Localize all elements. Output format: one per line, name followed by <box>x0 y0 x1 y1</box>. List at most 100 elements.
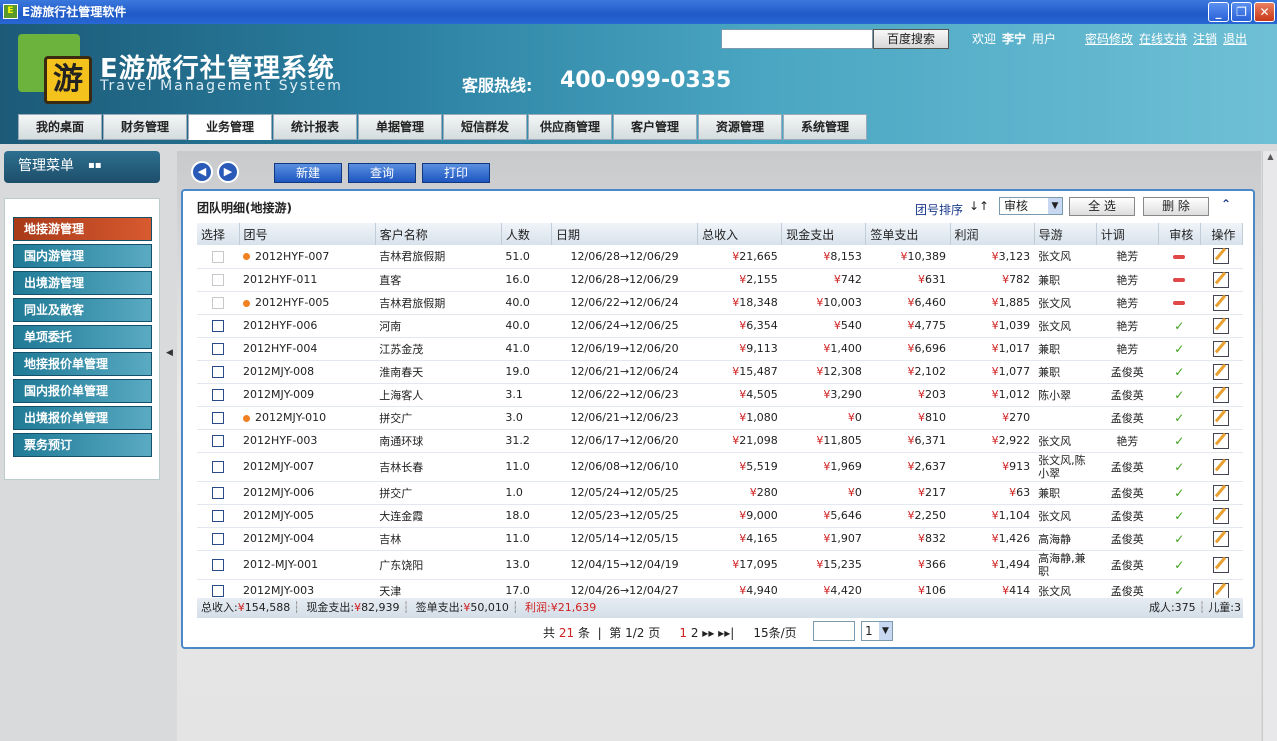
row-checkbox[interactable] <box>212 389 225 401</box>
sidebar-item[interactable]: 单项委托 <box>13 325 152 349</box>
sidebar-item[interactable]: 地接游管理 <box>13 217 152 241</box>
row-checkbox[interactable] <box>212 435 225 447</box>
nav-tab[interactable]: 客户管理 <box>613 114 697 140</box>
search-button[interactable]: 百度搜索 <box>873 29 949 49</box>
yen-sign: ¥ <box>991 558 999 571</box>
edit-icon[interactable] <box>1213 271 1230 288</box>
exit-link[interactable]: 退出 <box>1223 32 1247 46</box>
sidebar-item[interactable]: 出境报价单管理 <box>13 406 152 430</box>
edit-icon[interactable] <box>1213 530 1230 547</box>
edit-icon[interactable] <box>1213 363 1230 380</box>
team-id[interactable]: 2012MJY-006 <box>243 486 314 499</box>
collapse-panel-icon[interactable]: ⌃ <box>1221 197 1231 211</box>
edit-icon[interactable] <box>1213 507 1230 524</box>
edit-icon[interactable] <box>1213 556 1230 573</box>
team-id[interactable]: 2012HYF-005 <box>255 296 329 309</box>
next-page-icon[interactable]: ▸▸ <box>702 626 714 640</box>
row-checkbox[interactable] <box>212 274 225 286</box>
logout-link[interactable]: 注销 <box>1193 32 1217 46</box>
sidebar-item[interactable]: 地接报价单管理 <box>13 352 152 376</box>
goto-page-input[interactable] <box>813 621 855 641</box>
collapse-sidebar-icon[interactable]: ◀ <box>166 348 173 358</box>
table-row: 2012MJY-009 上海客人 3.1 12/06/22→12/06/23 ¥4,50… <box>197 383 1243 407</box>
nav-tab[interactable]: 业务管理 <box>188 114 272 140</box>
row-checkbox[interactable] <box>212 533 225 545</box>
new-button[interactable]: 新建 <box>274 163 342 183</box>
edit-icon[interactable] <box>1213 386 1230 403</box>
row-checkbox[interactable] <box>212 250 225 263</box>
sidebar-item[interactable]: 出境游管理 <box>13 271 152 295</box>
sort-arrows-icon[interactable]: ↓↑ <box>969 199 989 213</box>
team-id[interactable]: 2012-MJY-001 <box>243 558 318 571</box>
sidebar-item[interactable]: 票务预订 <box>13 433 152 457</box>
nav-tab[interactable]: 系统管理 <box>783 114 867 140</box>
select-all-button[interactable]: 全 选 <box>1069 197 1135 216</box>
nav-tab[interactable]: 资源管理 <box>698 114 782 140</box>
team-id[interactable]: 2012HYF-003 <box>243 434 317 447</box>
forward-button[interactable]: ▶ <box>217 161 239 183</box>
online-support-link[interactable]: 在线支持 <box>1139 32 1187 46</box>
team-id[interactable]: 2012MJY-008 <box>243 365 314 378</box>
team-id[interactable]: 2012MJY-007 <box>243 460 314 473</box>
close-button[interactable]: ✕ <box>1254 2 1275 22</box>
nav-tab[interactable]: 供应商管理 <box>528 114 612 140</box>
team-id[interactable]: 2012HYF-011 <box>243 273 317 286</box>
people-count: 41.0 <box>501 337 552 361</box>
edit-icon[interactable] <box>1213 294 1230 311</box>
row-checkbox[interactable] <box>212 343 225 355</box>
edit-icon[interactable] <box>1213 484 1230 501</box>
page-link-1[interactable]: 1 <box>679 626 687 640</box>
date-range: 12/04/15→12/04/19 <box>551 550 698 580</box>
edit-icon[interactable] <box>1213 582 1230 599</box>
team-id[interactable]: 2012HYF-006 <box>243 319 317 332</box>
maximize-button[interactable]: ❐ <box>1231 2 1252 22</box>
row-checkbox[interactable] <box>212 366 225 378</box>
sidebar-item[interactable]: 国内游管理 <box>13 244 152 268</box>
team-id[interactable]: 2012MJY-004 <box>243 532 314 545</box>
print-button[interactable]: 打印 <box>422 163 490 183</box>
edit-icon[interactable] <box>1213 409 1230 426</box>
row-checkbox[interactable] <box>212 487 225 499</box>
change-password-link[interactable]: 密码修改 <box>1085 32 1133 46</box>
sort-label[interactable]: 团号排序 <box>915 201 963 218</box>
edit-icon[interactable] <box>1213 317 1230 334</box>
row-checkbox[interactable] <box>212 297 225 309</box>
nav-tab[interactable]: 我的桌面 <box>18 114 102 140</box>
audit-filter-select[interactable]: 审核 ▼ <box>999 197 1063 215</box>
row-checkbox[interactable] <box>212 585 225 597</box>
team-id[interactable]: 2012HYF-007 <box>255 250 329 263</box>
row-checkbox[interactable] <box>212 412 225 424</box>
edit-icon[interactable] <box>1213 458 1230 475</box>
vertical-scrollbar[interactable]: ▲ <box>1262 151 1277 741</box>
sidebar-item[interactable]: 同业及散客 <box>13 298 152 322</box>
team-id[interactable]: 2012MJY-003 <box>243 584 314 597</box>
sidebar-item[interactable]: 国内报价单管理 <box>13 379 152 403</box>
row-checkbox[interactable] <box>212 320 225 332</box>
team-id[interactable]: 2012HYF-004 <box>243 342 317 355</box>
team-id[interactable]: 2012MJY-005 <box>243 509 314 522</box>
audit-cell: ✓ <box>1158 550 1201 580</box>
row-checkbox[interactable] <box>212 461 225 473</box>
goto-page-select[interactable]: 1 ▼ <box>861 621 893 641</box>
row-checkbox[interactable] <box>212 559 225 571</box>
team-id[interactable]: 2012MJY-010 <box>255 411 326 424</box>
nav-tab[interactable]: 统计报表 <box>273 114 357 140</box>
back-button[interactable]: ◀ <box>191 161 213 183</box>
edit-icon[interactable] <box>1213 248 1230 265</box>
edit-icon[interactable] <box>1213 432 1230 449</box>
row-checkbox[interactable] <box>212 510 225 522</box>
nav-tab[interactable]: 财务管理 <box>103 114 187 140</box>
nav-tab[interactable]: 短信群发 <box>443 114 527 140</box>
column-header: 计调 <box>1096 223 1159 245</box>
edit-icon[interactable] <box>1213 340 1230 357</box>
search-input[interactable] <box>721 29 873 49</box>
query-button[interactable]: 查询 <box>348 163 416 183</box>
scroll-up-icon[interactable]: ▲ <box>1264 152 1277 166</box>
last-page-icon[interactable]: ▸▸| <box>718 626 734 640</box>
delete-button[interactable]: 删 除 <box>1143 197 1209 216</box>
team-id[interactable]: 2012MJY-009 <box>243 388 314 401</box>
cash-value: 15,235 <box>823 558 862 571</box>
nav-tab[interactable]: 单据管理 <box>358 114 442 140</box>
page-link-2[interactable]: 2 <box>691 626 699 640</box>
minimize-button[interactable]: _ <box>1208 2 1229 22</box>
